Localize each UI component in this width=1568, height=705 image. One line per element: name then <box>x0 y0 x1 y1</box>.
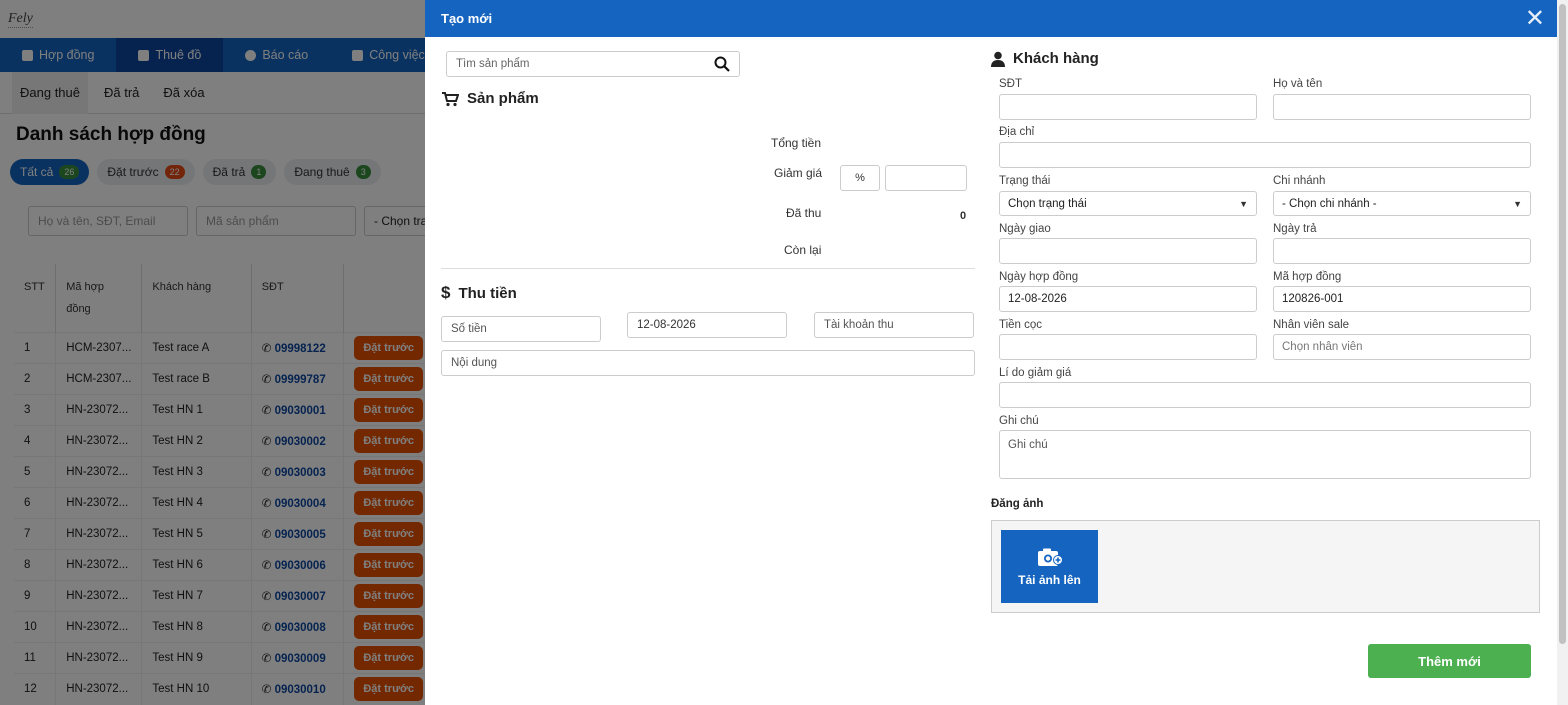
payment-account-input[interactable]: Tài khoản thu <box>814 312 974 338</box>
deposit-label: Tiền cọc <box>999 319 1043 331</box>
paid-label: Đã thu <box>786 206 822 220</box>
cart-icon <box>442 91 459 106</box>
delivery-date-input[interactable] <box>999 238 1257 264</box>
submit-button[interactable]: Thêm mới <box>1368 644 1531 678</box>
branch-select[interactable]: - Chọn chi nhánh - ▼ <box>1273 191 1531 216</box>
sales-select[interactable]: Chọn nhân viên <box>1273 334 1531 360</box>
customer-section-title: Khách hàng <box>991 50 1099 67</box>
status-select[interactable]: Chọn trạng thái ▼ <box>999 191 1257 216</box>
name-input[interactable] <box>1273 94 1531 120</box>
payment-content-input[interactable]: Nội dung <box>441 350 975 376</box>
upload-label: Đăng ảnh <box>991 498 1044 510</box>
sales-label: Nhân viên sale <box>1273 319 1350 331</box>
user-icon <box>991 51 1005 67</box>
discount-amount-input[interactable] <box>885 165 967 191</box>
branch-label: Chi nhánh <box>1273 175 1326 187</box>
address-label: Địa chỉ <box>999 126 1035 138</box>
deposit-input[interactable] <box>999 334 1257 360</box>
phone-input[interactable] <box>999 94 1257 120</box>
return-date-label: Ngày trả <box>1273 223 1317 235</box>
discount-percent-input[interactable]: % <box>840 165 880 191</box>
discount-reason-input[interactable] <box>999 382 1531 408</box>
contract-code-input[interactable]: 120826-001 <box>1273 286 1531 312</box>
address-input[interactable] <box>999 142 1531 168</box>
upload-area[interactable]: Tải ảnh lên <box>991 520 1540 613</box>
contract-date-input[interactable]: 12-08-2026 <box>999 286 1257 312</box>
contract-date-label: Ngày hợp đồng <box>999 271 1079 283</box>
modal-header: Tạo mới ✕ <box>425 0 1557 37</box>
products-section-title: Sản phẩm <box>441 90 539 107</box>
chevron-down-icon: ▼ <box>1239 198 1248 209</box>
modal-title: Tạo mới <box>441 11 493 26</box>
close-icon[interactable]: ✕ <box>1525 6 1545 31</box>
payment-section-title: $ Thu tiền <box>441 283 517 302</box>
remaining-label: Còn lại <box>784 243 822 257</box>
delivery-date-label: Ngày giao <box>999 223 1051 235</box>
name-label: Họ và tên <box>1273 78 1323 90</box>
payment-date-input[interactable]: 12-08-2026 <box>627 312 787 338</box>
discount-label: Giảm giá <box>774 166 823 180</box>
total-label: Tổng tiền <box>771 136 822 150</box>
scrollbar-thumb[interactable] <box>1559 4 1566 644</box>
scrollbar[interactable] <box>1557 0 1568 705</box>
discount-reason-label: Lí do giảm giá <box>999 367 1072 379</box>
create-contract-modal: Tạo mới ✕ Tìm sản phẩm Sản phẩm Tổng tiề… <box>425 0 1557 705</box>
search-icon[interactable] <box>714 56 730 72</box>
return-date-input[interactable] <box>1273 238 1531 264</box>
payment-amount-input[interactable]: Số tiền <box>441 316 601 342</box>
note-label: Ghi chú <box>999 415 1039 427</box>
status-label: Trạng thái <box>999 175 1051 187</box>
contract-code-label: Mã hợp đồng <box>1273 271 1342 283</box>
divider <box>441 268 975 269</box>
dollar-icon: $ <box>441 283 451 302</box>
note-textarea[interactable]: Ghi chú <box>999 430 1531 479</box>
product-search-input[interactable]: Tìm sản phẩm <box>446 51 740 77</box>
upload-button[interactable]: Tải ảnh lên <box>1001 530 1098 603</box>
chevron-down-icon: ▼ <box>1513 198 1522 209</box>
paid-value: 0 <box>960 210 967 222</box>
camera-plus-icon <box>1037 548 1063 566</box>
phone-label: SĐT <box>999 78 1022 90</box>
